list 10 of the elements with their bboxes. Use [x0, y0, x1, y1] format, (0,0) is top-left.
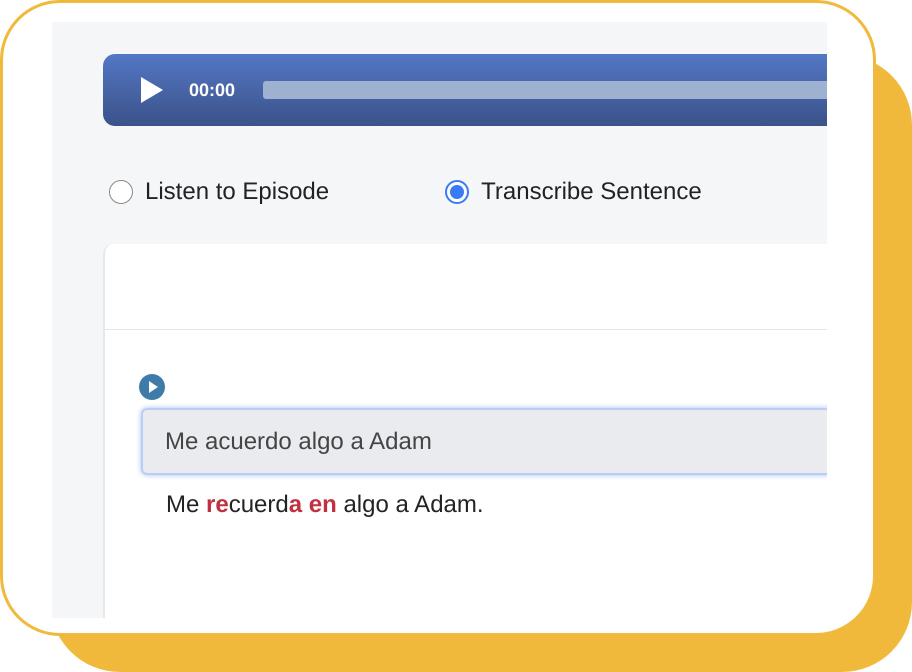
- play-icon[interactable]: [139, 75, 165, 105]
- time-display: 00:00: [189, 78, 236, 102]
- radio-icon: [109, 180, 133, 204]
- answer-field[interactable]: Me acuerdo algo a Adam: [141, 408, 827, 475]
- mode-radio[interactable]: Listen to Episode: [109, 174, 330, 210]
- corrected-sentence: Me recuerda en algo a Adam.: [165, 490, 485, 520]
- mode-radio[interactable]: Transcribe Sentence: [445, 174, 702, 210]
- progress-track[interactable]: [263, 81, 827, 99]
- play-circle-icon[interactable]: [139, 374, 165, 400]
- radio-icon: [445, 180, 470, 204]
